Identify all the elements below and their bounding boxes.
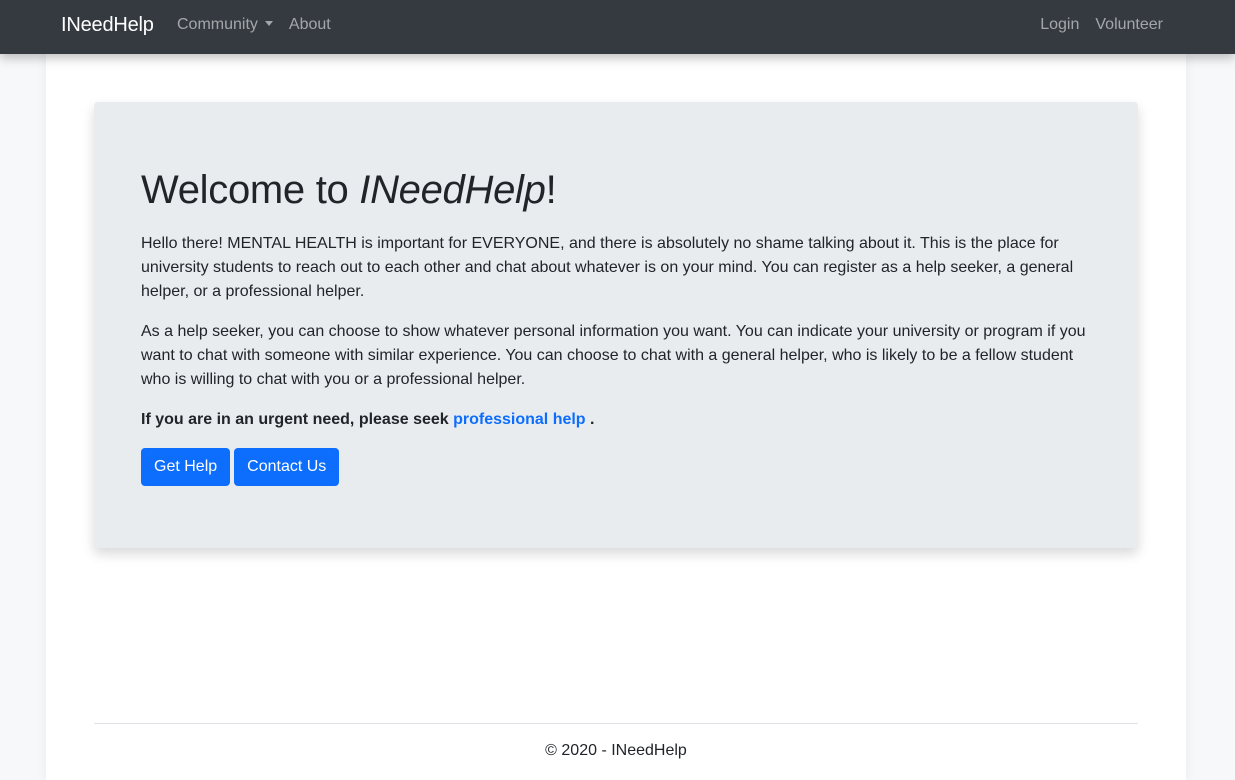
nav-login-link[interactable]: Login: [1040, 16, 1079, 34]
urgent-prefix: If you are in an urgent need, please see…: [141, 411, 454, 428]
brand-logo-link[interactable]: INeedHelp: [61, 14, 154, 37]
nav-community-label: Community: [177, 16, 258, 33]
nav-community-dropdown[interactable]: Community: [177, 16, 273, 34]
main-container: Welcome to INeedHelp! Hello there! MENTA…: [46, 54, 1186, 780]
top-navbar: INeedHelp Community About Login Voluntee…: [0, 0, 1235, 54]
page-title: Welcome to INeedHelp!: [141, 166, 1091, 214]
action-buttons: Get Help Contact Us: [141, 448, 1091, 486]
welcome-jumbotron: Welcome to INeedHelp! Hello there! MENTA…: [94, 102, 1138, 548]
title-brand: INeedHelp: [359, 168, 546, 212]
contact-us-button[interactable]: Contact Us: [234, 448, 340, 486]
nav-about-link[interactable]: About: [289, 16, 331, 34]
urgent-notice: If you are in an urgent need, please see…: [141, 408, 1091, 432]
footer-copyright: © 2020 - INeedHelp: [545, 742, 687, 759]
get-help-button[interactable]: Get Help: [141, 448, 231, 486]
title-prefix: Welcome to: [141, 168, 360, 212]
help-seeker-paragraph: As a help seeker, you can choose to show…: [141, 323, 1086, 388]
nav-right-group: Login Volunteer: [1040, 16, 1163, 34]
nav-left-group: Community About: [177, 16, 331, 34]
footer-divider: [94, 723, 1138, 724]
intro-paragraph: Hello there! MENTAL HEALTH is important …: [141, 235, 1074, 300]
professional-help-link[interactable]: professional help: [453, 411, 585, 428]
title-suffix: !: [545, 168, 557, 212]
nav-volunteer-link[interactable]: Volunteer: [1095, 16, 1163, 34]
caret-down-icon: [264, 21, 273, 26]
urgent-suffix: .: [585, 411, 595, 428]
